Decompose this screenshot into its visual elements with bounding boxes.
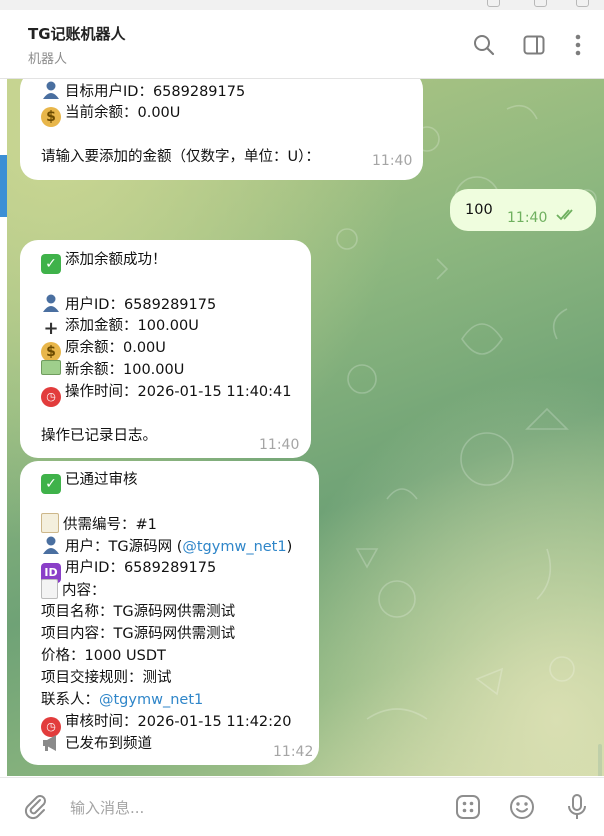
message-line: 供需编号：#1: [41, 513, 298, 535]
user-silhouette-icon: [41, 293, 61, 313]
message-bubble-incoming[interactable]: ✓ 已通过审核 供需编号：#1 用户：TG源码网 (@tgymw_net1) ID…: [20, 461, 319, 765]
supply-number-text: 供需编号：#1: [63, 517, 157, 533]
chat-header: TG记账机器人 机器人: [0, 10, 604, 79]
message-time: 11:40: [507, 210, 548, 226]
message-line: ◷ 审核时间：2026-01-15 11:42:20: [41, 711, 298, 737]
message-line: ◷ 操作时间：2026-01-15 11:40:41: [41, 381, 292, 407]
user-id-text: 用户ID：6589289175: [65, 560, 217, 576]
message-input-bar: 输入消息...: [0, 777, 604, 836]
dollar-banknote-icon: [41, 360, 61, 375]
success-text: 添加余额成功！: [65, 252, 167, 268]
bot-commands-icon[interactable]: [454, 793, 482, 821]
chat-title[interactable]: TG记账机器人: [28, 23, 126, 44]
plus-icon: +: [43, 318, 59, 339]
old-balance-text: 原余额：0.00U: [65, 340, 166, 356]
check-mark-icon: ✓: [41, 254, 61, 274]
message-line: 操作已记录日志。: [41, 425, 290, 447]
sidebar-toggle-icon[interactable]: [521, 32, 547, 58]
page-icon: [41, 579, 58, 599]
added-amount-text: 添加金额：100.00U: [65, 318, 199, 334]
message-line: $ 原余额：0.00U: [41, 337, 290, 362]
message-line: $ 当前余额：0.00U: [41, 102, 402, 127]
message-bubble-incoming[interactable]: 目标用户ID：6589289175 $ 当前余额：0.00U 请输入要添加的金额（…: [20, 79, 423, 180]
amount-prompt-text: 请输入要添加的金额（仅数字，单位：U）：: [41, 149, 320, 165]
rules-text: 项目交接规则：测试: [41, 670, 172, 686]
operation-time-text: 操作时间：2026-01-15 11:40:41: [65, 384, 292, 400]
project-name-text: 项目名称：TG源码网供需测试: [41, 604, 236, 620]
memo-icon: [41, 513, 59, 533]
message-line: 目标用户ID：6589289175: [41, 80, 402, 102]
paperclip-icon[interactable]: [22, 793, 50, 821]
message-line: 联系人：@tgymw_net1: [41, 689, 298, 711]
chat-subtitle: 机器人: [28, 52, 68, 67]
left-accent-bar: [0, 155, 7, 217]
chat-messages-area[interactable]: 目标用户ID：6589289175 $ 当前余额：0.00U 请输入要添加的金额（…: [7, 79, 604, 776]
smiley-icon[interactable]: [508, 793, 536, 821]
search-icon[interactable]: [471, 32, 497, 58]
close-window-button[interactable]: [576, 0, 589, 7]
money-bag-icon: $: [41, 107, 61, 127]
message-line: 项目交接规则：测试: [41, 667, 298, 689]
logged-text: 操作已记录日志。: [41, 428, 157, 444]
alarm-clock-icon: ◷: [41, 387, 61, 407]
message-bubble-incoming[interactable]: ✓ 添加余额成功！ 用户ID：6589289175 + 添加金额：100.00U $…: [20, 240, 311, 458]
published-text: 已发布到频道: [65, 736, 152, 752]
user-silhouette-icon: [41, 535, 61, 555]
message-line: + 添加金额：100.00U: [41, 315, 290, 339]
message-line: 新余额：100.00U: [41, 359, 290, 381]
message-line: 内容：: [41, 579, 298, 601]
content-label-text: 内容：: [62, 583, 106, 599]
new-balance-text: 新余额：100.00U: [65, 362, 185, 378]
message-line: 请输入要添加的金额（仅数字，单位：U）：: [41, 146, 402, 168]
contact-handle-link[interactable]: @tgymw_net1: [99, 692, 203, 708]
message-line: ✓ 已通过审核: [41, 469, 298, 494]
contact-label-text: 联系人：: [41, 692, 99, 708]
target-user-text: 目标用户ID：6589289175: [65, 84, 246, 100]
message-line: ✓ 添加余额成功！: [41, 249, 290, 274]
user-handle-link[interactable]: @tgymw_net1: [182, 539, 286, 555]
message-line: ID 用户ID：6589289175: [41, 557, 298, 583]
current-balance-text: 当前余额：0.00U: [65, 105, 181, 121]
chat-scrollbar[interactable]: [598, 744, 602, 776]
price-text: 价格：1000 USDT: [41, 648, 166, 664]
message-line: 用户：TG源码网 (@tgymw_net1): [41, 535, 298, 557]
approved-text: 已通过审核: [65, 472, 138, 488]
message-line: 用户ID：6589289175: [41, 293, 290, 315]
review-time-text: 审核时间：2026-01-15 11:42:20: [65, 714, 292, 730]
user-silhouette-icon: [41, 80, 61, 100]
user-id-text: 用户ID：6589289175: [65, 297, 217, 313]
minimize-button[interactable]: [487, 0, 500, 7]
message-time: 11:40: [372, 153, 413, 169]
double-check-icon: [556, 207, 578, 229]
maximize-button[interactable]: [534, 0, 547, 7]
message-input[interactable]: 输入消息...: [70, 797, 144, 818]
outgoing-message-text: 100: [465, 202, 493, 218]
user-suffix-text: ): [286, 539, 293, 555]
project-content-text: 项目内容：TG源码网供需测试: [41, 626, 236, 642]
check-mark-icon: ✓: [41, 474, 61, 494]
message-line: 价格：1000 USDT: [41, 645, 298, 667]
microphone-icon[interactable]: [563, 793, 591, 821]
message-line: 项目名称：TG源码网供需测试: [41, 601, 298, 623]
message-bubble-outgoing[interactable]: 100 11:40: [450, 189, 596, 231]
window-titlebar: [0, 0, 604, 10]
message-line: 项目内容：TG源码网供需测试: [41, 623, 298, 645]
user-name-text: 用户：TG源码网 (: [65, 539, 183, 555]
megaphone-icon: [41, 734, 61, 754]
message-time: 11:40: [259, 437, 300, 453]
message-time: 11:42: [273, 744, 314, 760]
message-line: 已发布到频道: [41, 733, 298, 755]
more-vertical-icon[interactable]: [565, 32, 591, 58]
